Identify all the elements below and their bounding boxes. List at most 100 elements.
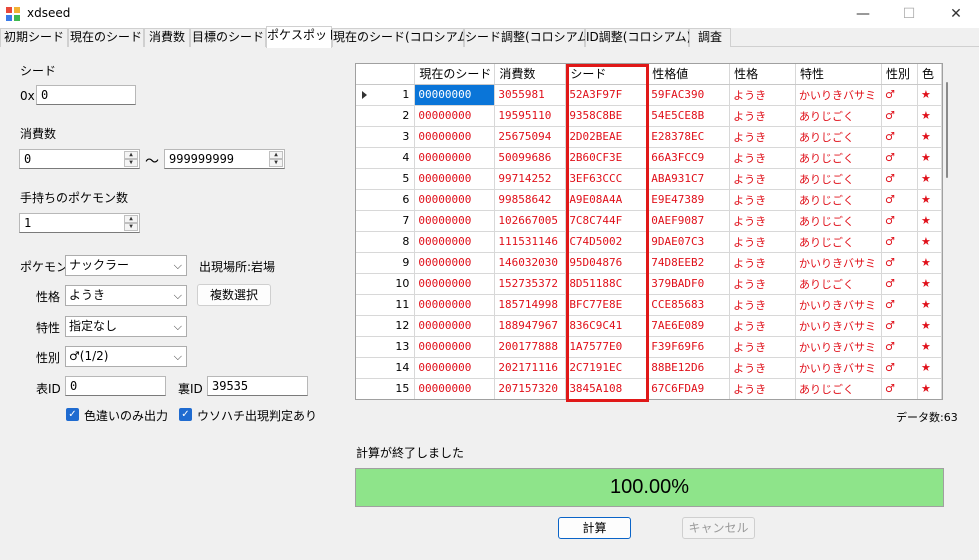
table-cell[interactable]: 00000000: [414, 357, 496, 379]
table-cell[interactable]: CCE85683: [647, 294, 731, 316]
column-header[interactable]: 性格: [729, 64, 797, 85]
column-header[interactable]: 性別: [881, 64, 918, 85]
table-cell[interactable]: ようき: [729, 336, 797, 358]
grid-scrollbar-thumb[interactable]: [946, 82, 948, 178]
table-cell[interactable]: 19595110: [494, 105, 567, 127]
column-header[interactable]: 性格値: [647, 64, 731, 85]
tab-3[interactable]: 目標のシード: [190, 28, 266, 47]
row-header[interactable]: 5: [356, 168, 416, 190]
table-cell[interactable]: 00000000: [414, 378, 496, 399]
table-cell[interactable]: ★: [917, 168, 942, 190]
table-cell[interactable]: ありじごく: [795, 105, 882, 127]
table-cell[interactable]: ★: [917, 357, 942, 379]
close-button[interactable]: ✕: [933, 0, 979, 28]
row-header[interactable]: 8: [356, 231, 416, 253]
table-cell[interactable]: 00000000: [414, 105, 496, 127]
table-cell[interactable]: 00000000: [414, 189, 496, 211]
party-count-input[interactable]: 1 ▲ ▼: [19, 213, 140, 233]
table-cell[interactable]: ありじごく: [795, 210, 882, 232]
row-header[interactable]: 9: [356, 252, 416, 274]
spin-up-icon[interactable]: ▲: [269, 151, 283, 159]
minimize-button[interactable]: —: [840, 0, 886, 28]
table-cell[interactable]: ♂: [881, 231, 918, 253]
column-header[interactable]: 消費数: [494, 64, 567, 85]
table-cell[interactable]: 00000000: [414, 147, 496, 169]
consumption-max-stepper[interactable]: ▲ ▼: [269, 151, 283, 167]
table-cell[interactable]: ありじごく: [795, 126, 882, 148]
table-cell[interactable]: E28378EC: [647, 126, 731, 148]
table-cell[interactable]: 00000000: [414, 315, 496, 337]
table-cell[interactable]: 00000000: [414, 126, 496, 148]
row-header[interactable]: 6: [356, 189, 416, 211]
table-cell[interactable]: ありじごく: [795, 231, 882, 253]
table-cell[interactable]: 7AE6E089: [647, 315, 731, 337]
table-cell[interactable]: 99714252: [494, 168, 567, 190]
table-cell[interactable]: ♂: [881, 126, 918, 148]
table-cell[interactable]: かいりきバサミ: [795, 252, 882, 274]
ability-select[interactable]: 指定なし ⌵: [65, 316, 187, 337]
row-header[interactable]: 3: [356, 126, 416, 148]
table-cell[interactable]: 00000000: [414, 294, 496, 316]
table-cell[interactable]: 74D8EEB2: [647, 252, 731, 274]
table-cell[interactable]: ♂: [881, 210, 918, 232]
row-header[interactable]: 1: [356, 84, 416, 106]
table-cell[interactable]: ABA931C7: [647, 168, 731, 190]
consumption-min-input[interactable]: 0 ▲ ▼: [19, 149, 140, 169]
table-cell[interactable]: ようき: [729, 210, 797, 232]
table-cell[interactable]: ★: [917, 84, 942, 106]
tab-0[interactable]: 初期シード: [0, 28, 68, 47]
spin-down-icon[interactable]: ▼: [124, 159, 138, 167]
table-cell[interactable]: ♂: [881, 189, 918, 211]
table-cell[interactable]: 207157320: [494, 378, 567, 399]
row-header[interactable]: 15: [356, 378, 416, 399]
table-cell[interactable]: ありじごく: [795, 378, 882, 399]
table-cell[interactable]: 200177888: [494, 336, 567, 358]
table-cell[interactable]: 59FAC390: [647, 84, 731, 106]
sid-input[interactable]: 39535: [207, 376, 308, 396]
pokemon-select[interactable]: ナックラー ⌵: [65, 255, 187, 276]
table-cell[interactable]: ようき: [729, 294, 797, 316]
row-header[interactable]: 12: [356, 315, 416, 337]
table-cell[interactable]: 00000000: [414, 168, 496, 190]
table-cell[interactable]: 88BE12D6: [647, 357, 731, 379]
table-cell[interactable]: 146032030: [494, 252, 567, 274]
table-cell[interactable]: 99858642: [494, 189, 567, 211]
table-cell[interactable]: ありじごく: [795, 168, 882, 190]
table-cell[interactable]: 188947967: [494, 315, 567, 337]
table-cell[interactable]: ようき: [729, 315, 797, 337]
row-header[interactable]: 2: [356, 105, 416, 127]
column-header[interactable]: 現在のシード: [414, 64, 496, 85]
table-cell[interactable]: 102667005: [494, 210, 567, 232]
table-cell[interactable]: ★: [917, 378, 942, 399]
table-cell[interactable]: ありじごく: [795, 147, 882, 169]
gender-select[interactable]: ♂(1/2) ⌵: [65, 346, 187, 367]
table-cell[interactable]: ★: [917, 189, 942, 211]
tab-6[interactable]: シード調整(コロシアム): [464, 28, 594, 47]
table-cell[interactable]: ようき: [729, 126, 797, 148]
table-cell[interactable]: ようき: [729, 189, 797, 211]
maximize-button[interactable]: ☐: [886, 0, 932, 28]
column-header[interactable]: 色: [917, 64, 942, 85]
table-cell[interactable]: ★: [917, 210, 942, 232]
spin-up-icon[interactable]: ▲: [124, 151, 138, 159]
table-cell[interactable]: 00000000: [414, 210, 496, 232]
table-cell[interactable]: 0AEF9087: [647, 210, 731, 232]
table-cell[interactable]: 25675094: [494, 126, 567, 148]
table-cell[interactable]: 00000000: [414, 84, 496, 106]
table-cell[interactable]: 00000000: [414, 231, 496, 253]
table-cell[interactable]: ようき: [729, 147, 797, 169]
table-cell[interactable]: ♂: [881, 105, 918, 127]
seed-input[interactable]: 0: [36, 85, 136, 105]
table-cell[interactable]: ありじごく: [795, 273, 882, 295]
row-header[interactable]: 11: [356, 294, 416, 316]
tab-1[interactable]: 現在のシード: [68, 28, 144, 47]
table-cell[interactable]: ようき: [729, 357, 797, 379]
tab-8[interactable]: 調査: [689, 28, 731, 47]
table-cell[interactable]: ♂: [881, 252, 918, 274]
row-header[interactable]: 10: [356, 273, 416, 295]
table-cell[interactable]: かいりきバサミ: [795, 336, 882, 358]
table-cell[interactable]: ♂: [881, 336, 918, 358]
table-cell[interactable]: ♂: [881, 84, 918, 106]
table-cell[interactable]: かいりきバサミ: [795, 294, 882, 316]
row-header[interactable]: 14: [356, 357, 416, 379]
